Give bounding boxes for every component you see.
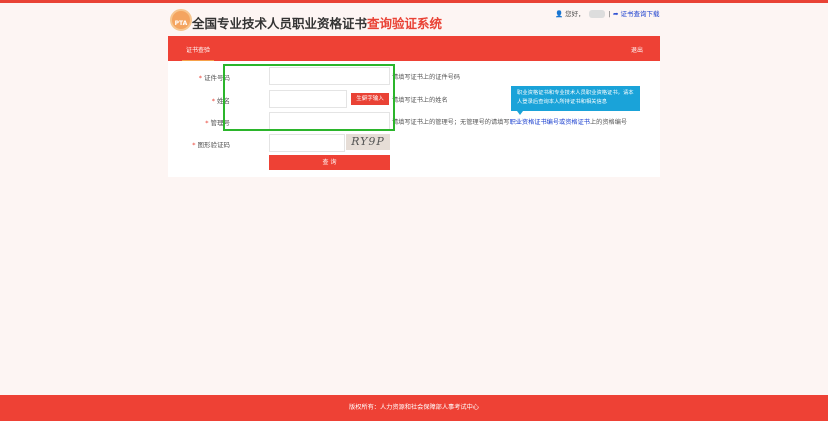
hint-management-no: 请填写证书上的管理号；无管理号的请填写职业资格证书编号或资格证书上的资格编号	[392, 119, 628, 126]
username-blurred	[588, 10, 605, 18]
site-title: 全国专业技术人员职业资格证书查询验证系统	[192, 13, 442, 32]
captcha-input[interactable]	[269, 134, 345, 152]
top-accent-bar	[0, 0, 828, 3]
info-tooltip: 职业资格证书和专业技术人员职业资格证书，请本人登录后查询本人所持证书和相关信息	[511, 86, 640, 115]
highlight-box	[223, 64, 395, 131]
copyright-text: 版权所有：人力资源和社会保障部人事考试中心	[349, 404, 479, 411]
download-link[interactable]: ➦ 证书查询下载	[613, 10, 660, 18]
logout-link[interactable]: 退出	[631, 45, 643, 54]
user-icon: 👤	[555, 10, 564, 18]
hint-link[interactable]: 职业资格证书编号或资格证书	[510, 119, 590, 126]
hint-id-number: 请填写证书上的证件号码	[392, 74, 461, 81]
greeting: 您好，	[565, 10, 585, 18]
row-captcha: * 图形验证码 RY9P	[168, 134, 660, 152]
tab-certificate-check[interactable]: 证书查验	[181, 45, 215, 62]
title-accent: 查询验证系统	[367, 16, 443, 31]
hint-name: 请填写证书上的姓名	[392, 97, 448, 104]
user-bar: 👤 您好， | ➦ 证书查询下载	[555, 10, 660, 18]
footer: 版权所有：人力资源和社会保障部人事考试中心	[0, 395, 828, 421]
pta-logo: PTA	[170, 9, 192, 31]
title-main: 全国专业技术人员职业资格证书	[192, 16, 368, 31]
query-button[interactable]: 查 询	[269, 155, 390, 170]
download-label: 证书查询下载	[620, 10, 660, 18]
share-icon: ➦	[612, 10, 619, 18]
label-captcha: * 图形验证码	[192, 141, 230, 149]
captcha-image[interactable]: RY9P	[346, 134, 390, 150]
nav-bar: 证书查验 退出	[168, 36, 660, 62]
